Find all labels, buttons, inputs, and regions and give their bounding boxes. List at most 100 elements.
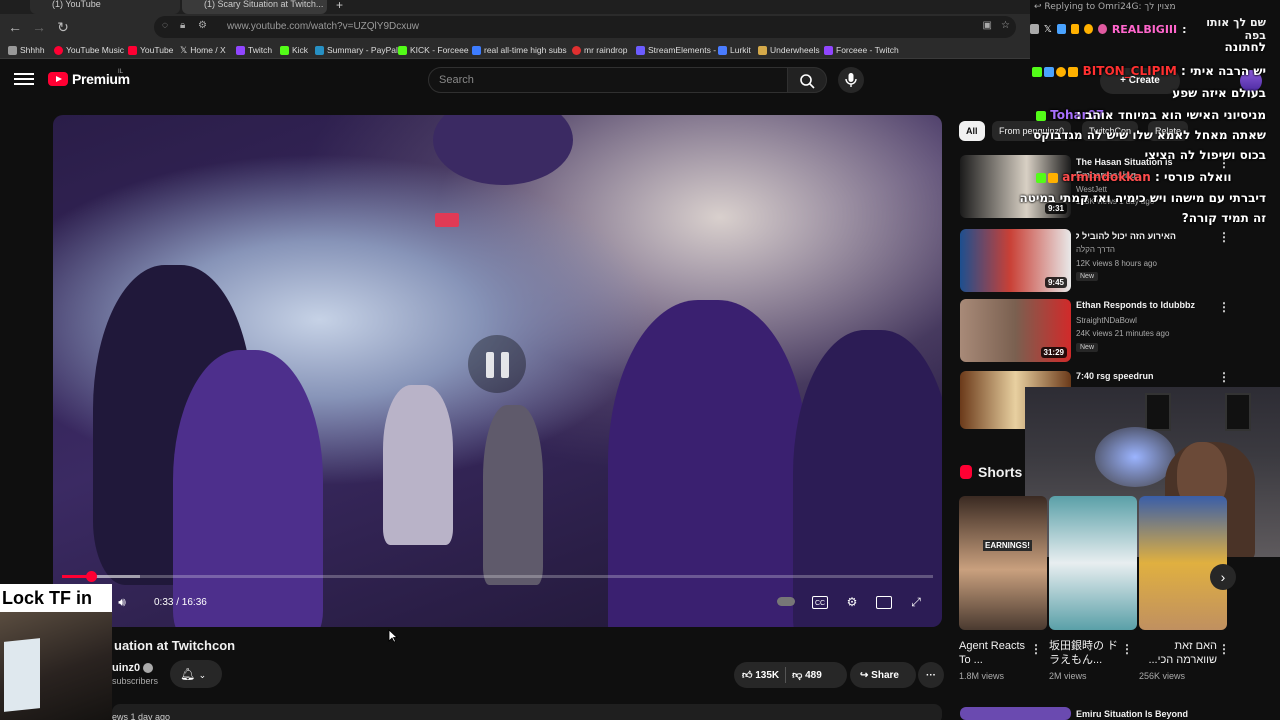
subscriber-count: subscribers — [112, 676, 159, 686]
bookmark-item[interactable]: Shhhh — [8, 44, 45, 56]
lock-icon[interactable]: 🔒︎ — [180, 20, 185, 31]
views-and-date: ews 1 day ago — [112, 712, 171, 720]
kick-badge-icon — [1036, 172, 1046, 183]
more-vert-icon[interactable]: ⋮ — [1121, 642, 1133, 656]
back-icon[interactable]: ← — [5, 17, 25, 37]
more-vert-icon[interactable]: ⋮ — [1030, 642, 1042, 656]
twitch-icon — [236, 45, 245, 55]
reload-icon[interactable]: ↻ — [53, 17, 73, 37]
forward-icon[interactable]: → — [29, 17, 49, 37]
short-caption: EARNINGS! — [983, 540, 1032, 551]
youtube-play-icon — [48, 72, 68, 86]
captions-icon[interactable]: CC — [812, 596, 828, 609]
more-vert-icon[interactable]: ⋮ — [1218, 370, 1230, 384]
chat-line: BITON_CLIPIM : יש הרבה איתי — [1030, 64, 1266, 78]
recommended-title[interactable]: Emiru Situation Is Beyond — [1076, 709, 1216, 719]
bookmark-item[interactable]: Summary - PayPal — [315, 44, 398, 56]
recommended-title[interactable]: Ethan Responds to Idubbbz — [1076, 300, 1216, 310]
bookmark-item[interactable]: YouTube Music — [54, 44, 124, 56]
raindrop-icon — [572, 45, 581, 55]
bookmark-item[interactable]: StreamElements - — [636, 44, 716, 56]
video-player[interactable]: 🔊︎ 0:33 / 16:36 CC ⚙ ⤢ — [53, 115, 942, 627]
search-input[interactable]: Search — [428, 67, 788, 93]
short-thumbnail[interactable] — [1049, 496, 1137, 630]
site-settings-icon[interactable]: ⚙ — [198, 20, 207, 31]
bookmark-item[interactable]: real all-time high subs — [472, 44, 567, 56]
chat-message: בכוס ושיפול לה הציצי — [1144, 148, 1266, 162]
chat-message: לחתונה — [1224, 40, 1266, 54]
settings-gear-icon[interactable]: ⚙ — [841, 593, 863, 611]
kick-badge-icon — [1032, 66, 1043, 77]
video-scene — [433, 115, 573, 185]
search-button[interactable] — [787, 67, 827, 93]
shield-icon[interactable]: ◌ — [162, 20, 168, 31]
stream-caption: Lock TF in — [0, 584, 112, 612]
crown-icon — [1070, 24, 1080, 34]
tab-youtube[interactable]: (1) YouTube — [30, 0, 180, 14]
more-actions-button[interactable]: ··· — [918, 662, 944, 688]
bookmark-item[interactable]: Lurkit — [718, 44, 751, 56]
new-tab-icon[interactable]: + — [336, 0, 343, 11]
short-title[interactable]: 坂田銀時の ドラえもん... — [1049, 639, 1127, 667]
youtube-icon — [128, 45, 137, 55]
menu-icon[interactable] — [14, 70, 34, 90]
notification-bell-button[interactable]: 🔔︎ ⌄ — [170, 660, 222, 688]
like-button[interactable]: 👍︎ 135K — [734, 669, 779, 681]
bookmark-item[interactable]: Forceee - Twitch — [824, 44, 899, 56]
bookmark-item[interactable]: 𝕏 Home / X — [180, 44, 226, 56]
chat-message: בעולם איזה שפע — [1172, 86, 1266, 100]
chevron-down-icon: ⌄ — [198, 670, 207, 680]
chat-message: דיברתי עם מישהו ויש כימיה ואז קמתי במיטה — [1019, 191, 1266, 205]
chart-icon — [472, 45, 481, 55]
short-thumbnail[interactable] — [1139, 496, 1227, 630]
chevron-right-icon[interactable]: › — [1210, 564, 1236, 590]
bookmark-item[interactable]: mr raindrop — [572, 44, 627, 56]
share-button[interactable]: ↪ Share — [850, 662, 916, 688]
time-display: 0:33 / 16:36 — [154, 597, 207, 608]
crown-icon — [1048, 172, 1058, 183]
bookmark-item[interactable]: Underwheels — [758, 44, 820, 56]
dislike-button[interactable]: 👎︎ 489 — [792, 669, 822, 681]
chip-all[interactable]: All — [959, 121, 985, 141]
address-bar: ← → ↻ ◌ 🔒︎ ⚙ www.youtube.com/watch?v=UZQ… — [0, 14, 1030, 41]
recommended-title[interactable]: 7:40 rsg speedrun — [1076, 371, 1216, 381]
miniplayer-icon[interactable] — [876, 596, 892, 609]
channel-name[interactable]: uinz0 — [112, 662, 154, 674]
recommended-thumbnail[interactable] — [960, 707, 1071, 720]
browser-tabstrip: (1) YouTube (1) Scary Situation at Twitc… — [0, 0, 1030, 14]
bookmark-item[interactable]: KICK - Forceee — [398, 44, 469, 56]
trash-icon[interactable] — [1030, 24, 1039, 34]
autoplay-toggle[interactable] — [775, 593, 797, 611]
exit-sign — [435, 213, 459, 227]
pause-icon[interactable] — [468, 335, 526, 393]
recommended-thumbnail[interactable]: 31:29 — [960, 299, 1071, 362]
kick-badge-icon — [1036, 110, 1046, 121]
more-vert-icon[interactable]: ⋮ — [1218, 300, 1230, 314]
twitch-icon — [824, 45, 833, 55]
more-vert-icon[interactable]: ⋮ — [1218, 642, 1230, 656]
recommended-channel[interactable]: StraightNDaBowl — [1076, 316, 1137, 325]
progress-bar[interactable] — [62, 571, 933, 582]
thumbs-up-icon: 👍︎ — [742, 670, 753, 681]
short-title[interactable]: Agent Reacts To ... — [959, 639, 1037, 667]
bookmark-item[interactable]: YouTube — [128, 44, 173, 56]
voice-search-button[interactable] — [838, 67, 864, 93]
bookmark-item[interactable]: Twitch — [236, 44, 272, 56]
omnibox[interactable]: ◌ 🔒︎ ⚙ www.youtube.com/watch?v=UZQlY9Dcx… — [154, 16, 1016, 38]
volume-icon[interactable]: 🔊︎ — [111, 593, 133, 611]
install-app-icon[interactable]: ▣ — [983, 20, 992, 31]
bookmark-star-icon[interactable]: ☆ — [1001, 20, 1010, 31]
video-figure — [793, 330, 942, 627]
bookmark-item[interactable]: Kick — [280, 44, 308, 56]
short-title[interactable]: האם זאת שווארמה הכי... — [1139, 639, 1217, 667]
reply-icon: ↩ — [1034, 2, 1042, 12]
progress-scrubber[interactable] — [85, 571, 97, 582]
short-thumbnail[interactable]: EARNINGS! — [959, 496, 1047, 630]
description-box[interactable] — [112, 704, 942, 720]
crown-icon — [1068, 66, 1079, 77]
fullscreen-icon[interactable]: ⤢ — [905, 593, 927, 611]
country-code: IL — [118, 69, 124, 75]
tab-current-video[interactable]: (1) Scary Situation at Twitch... — [182, 0, 327, 14]
recommended-channel[interactable]: הדרך הקלה — [1076, 245, 1115, 254]
chat-line: armindokkan : וואלה פורסי — [1034, 170, 1232, 184]
